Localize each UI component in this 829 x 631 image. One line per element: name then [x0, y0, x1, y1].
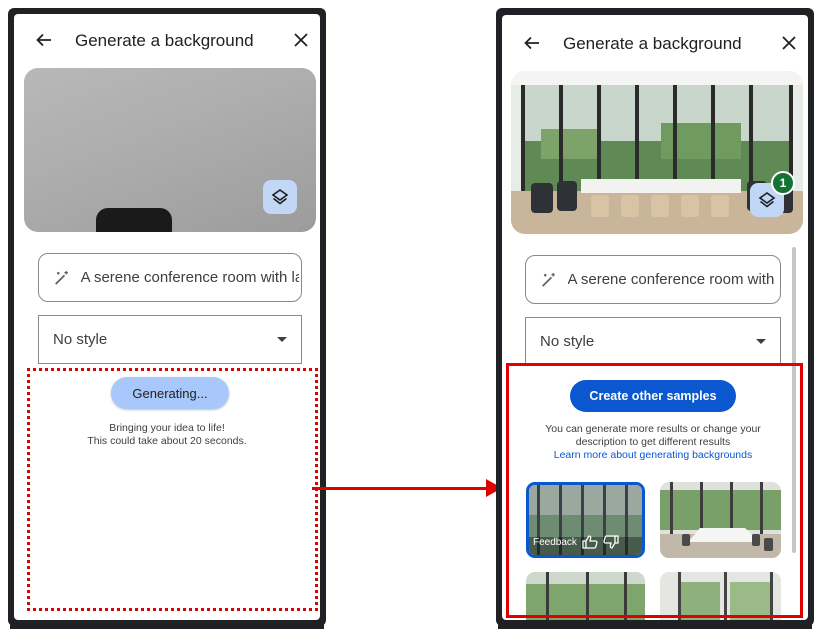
- layers-icon: [758, 192, 776, 208]
- background-preview: [24, 68, 316, 232]
- generated-background-preview: 1: [511, 71, 803, 234]
- chair-silhouette: [96, 208, 172, 232]
- close-icon: [782, 36, 796, 50]
- dropdown-caret-icon: [756, 339, 766, 344]
- left-bottom-bar: [10, 620, 324, 629]
- style-select-right[interactable]: No style: [525, 317, 781, 366]
- close-icon: [294, 33, 308, 47]
- prompt-input-right[interactable]: [565, 270, 780, 289]
- close-button-right[interactable]: [778, 32, 800, 54]
- prompt-input[interactable]: [78, 268, 301, 287]
- prompt-field-right[interactable]: [525, 255, 781, 304]
- layers-button[interactable]: [263, 180, 297, 214]
- layers-icon: [271, 189, 289, 205]
- back-arrow-icon: [36, 33, 51, 47]
- layers-count-badge: 1: [771, 171, 795, 195]
- results-area-highlight: [506, 363, 803, 618]
- right-bottom-bar: [498, 620, 812, 629]
- back-button-right[interactable]: [520, 31, 544, 55]
- page-title: Generate a background: [75, 31, 254, 50]
- back-button[interactable]: [32, 28, 56, 52]
- arrow-connector: [312, 487, 488, 490]
- dropdown-caret-icon: [277, 337, 287, 342]
- generating-area-highlight: [27, 368, 318, 611]
- page-title-right: Generate a background: [563, 34, 742, 53]
- prompt-field[interactable]: [38, 253, 302, 302]
- style-select[interactable]: No style: [38, 315, 302, 364]
- style-select-value: No style: [53, 331, 108, 348]
- style-select-value-right: No style: [540, 333, 595, 350]
- back-arrow-icon: [524, 36, 539, 50]
- magic-wand-icon: [55, 270, 68, 285]
- magic-wand-icon: [542, 272, 555, 287]
- close-button[interactable]: [290, 29, 312, 51]
